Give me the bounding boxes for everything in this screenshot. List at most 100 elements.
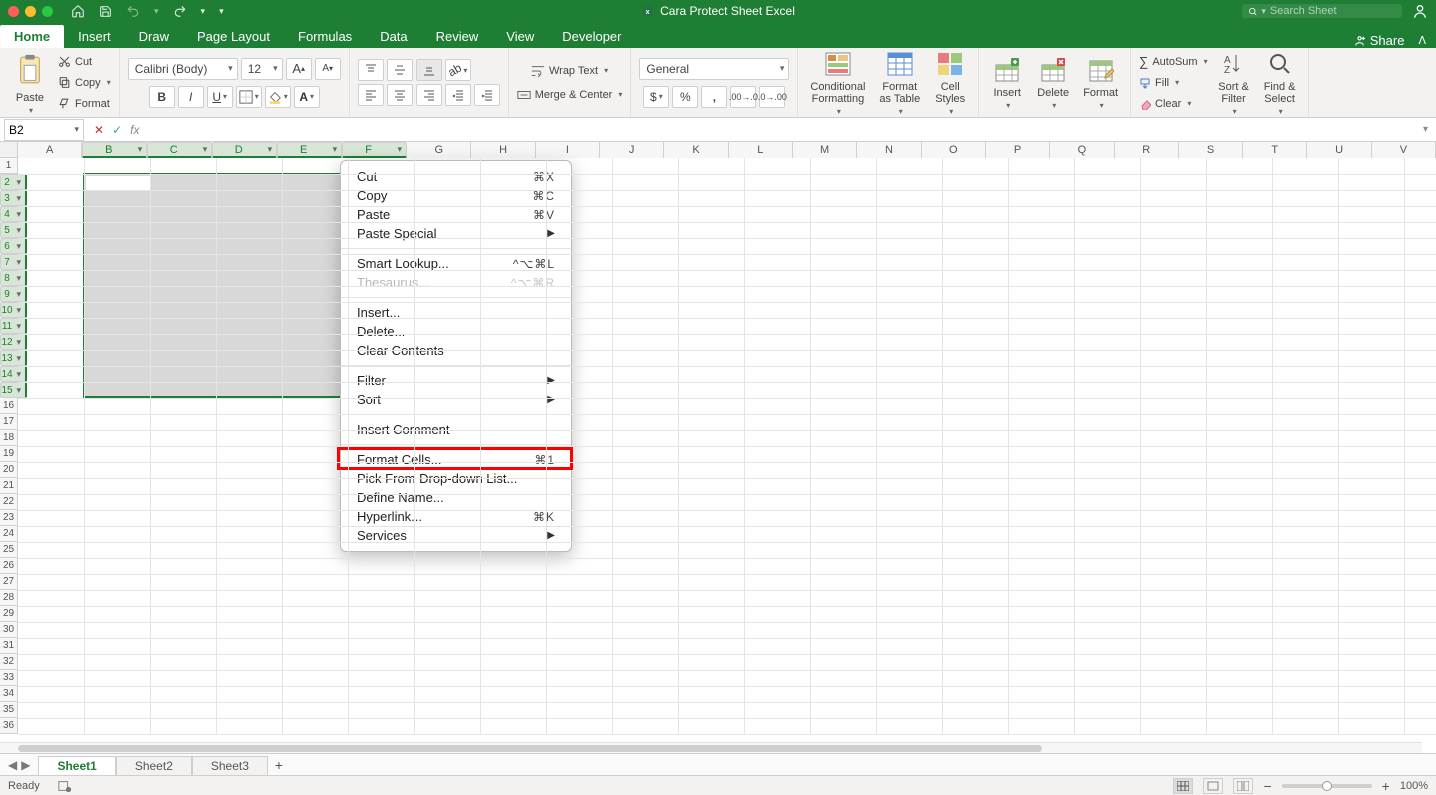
column-header[interactable]: U [1307,142,1371,158]
ribbon-tab-insert[interactable]: Insert [64,25,125,48]
ribbon-tab-home[interactable]: Home [0,25,64,48]
collapse-ribbon-icon[interactable]: ᐱ [1418,34,1426,47]
row-header[interactable]: 20 [0,462,18,478]
column-header[interactable]: F [342,142,407,158]
context-menu-item[interactable]: Sort▶ [341,390,571,409]
row-header[interactable]: 32 [0,654,18,670]
page-break-view-button[interactable] [1233,778,1253,794]
row-header[interactable]: 23 [0,510,18,526]
search-sheet-input[interactable] [1270,5,1396,17]
context-menu-item[interactable]: Format Cells...⌘1 [341,450,571,469]
column-header[interactable]: P [986,142,1050,158]
copy-button[interactable]: Copy▾ [58,74,111,92]
context-menu-item[interactable]: Filter▶ [341,371,571,390]
row-header[interactable]: 36 [0,718,18,734]
expand-formula-bar-icon[interactable]: ▾ [1423,124,1428,135]
italic-button[interactable]: I [178,86,204,108]
context-menu-item[interactable]: Define Name... [341,488,571,507]
column-header[interactable]: M [793,142,857,158]
cancel-formula-icon[interactable]: ✕ [94,123,104,137]
format-painter-button[interactable]: Format [58,95,111,113]
column-header[interactable]: G [407,142,471,158]
context-menu-item[interactable]: Insert... [341,303,571,322]
currency-button[interactable]: $▾ [643,86,669,108]
row-header[interactable]: 33 [0,670,18,686]
row-header[interactable]: 26 [0,558,18,574]
column-header[interactable]: J [600,142,664,158]
paste-button[interactable]: Paste ▾ [8,48,52,117]
column-header[interactable]: H [471,142,535,158]
share-button[interactable]: Share [1353,33,1405,48]
column-header[interactable]: I [536,142,600,158]
delete-cells-button[interactable]: Delete▾ [1033,53,1073,112]
ribbon-tab-formulas[interactable]: Formulas [284,25,366,48]
spreadsheet-grid[interactable]: ABCDEFGHIJKLMNOPQRSTUV 12345678910111213… [0,142,1436,753]
row-header[interactable]: 22 [0,494,18,510]
add-sheet-button[interactable]: + [268,757,290,773]
qat-customize-icon[interactable]: ▾ [219,6,224,17]
row-header[interactable]: 24 [0,526,18,542]
column-header[interactable]: O [922,142,986,158]
align-center-button[interactable] [387,84,413,106]
context-menu-item[interactable]: Delete... [341,322,571,341]
fullscreen-window-button[interactable] [42,6,53,17]
zoom-out-button[interactable]: − [1263,778,1271,794]
column-header[interactable]: C [147,142,212,158]
font-family-select[interactable]: Calibri (Body) [128,58,238,80]
decrease-font-button[interactable]: A▾ [315,58,341,80]
sheet-tab[interactable]: Sheet3 [192,756,268,775]
font-size-select[interactable]: 12 [241,58,283,80]
home-icon[interactable] [71,4,85,18]
format-cells-button[interactable]: Format▾ [1079,53,1122,112]
column-header[interactable]: B [82,142,147,158]
orientation-button[interactable]: ab▾ [445,59,471,81]
zoom-value[interactable]: 100% [1400,780,1428,792]
account-icon[interactable] [1412,3,1428,19]
decrease-indent-button[interactable] [445,84,471,106]
merge-center-button[interactable]: Merge & Center▾ [517,86,623,104]
save-icon[interactable] [99,5,112,18]
column-header[interactable]: D [212,142,277,158]
active-cell[interactable] [86,176,150,190]
row-header[interactable]: 27 [0,574,18,590]
format-as-table-button[interactable]: Format as Table▾ [875,47,924,118]
undo-icon[interactable] [126,4,140,18]
clear-button[interactable]: Clear▾ [1139,95,1208,113]
zoom-in-button[interactable]: + [1382,778,1390,794]
column-header[interactable]: V [1372,142,1436,158]
percent-button[interactable]: % [672,86,698,108]
ribbon-tab-page-layout[interactable]: Page Layout [183,25,284,48]
align-left-button[interactable] [358,84,384,106]
row-header[interactable]: 17 [0,414,18,430]
align-right-button[interactable] [416,84,442,106]
decrease-decimal-button[interactable]: .0→.00 [759,86,785,108]
column-header[interactable]: T [1243,142,1307,158]
row-header[interactable]: 31 [0,638,18,654]
sheet-tab[interactable]: Sheet2 [116,756,192,775]
row-header[interactable]: 16 [0,398,18,414]
number-format-select[interactable]: General [639,58,789,80]
border-button[interactable]: ▾ [236,86,262,108]
sheet-tab[interactable]: Sheet1 [38,756,115,775]
row-header[interactable]: 35 [0,702,18,718]
insert-cells-button[interactable]: Insert▾ [987,53,1027,112]
column-header[interactable]: A [18,142,82,158]
zoom-slider[interactable] [1282,784,1372,788]
name-box[interactable]: B2▾ [4,119,84,141]
comma-style-button[interactable]: , [701,86,727,108]
redo-dropdown-icon[interactable]: ▾ [201,6,206,17]
ribbon-tab-developer[interactable]: Developer [548,25,635,48]
column-header[interactable]: L [729,142,793,158]
column-header[interactable]: N [857,142,921,158]
cut-button[interactable]: Cut [58,53,111,71]
column-header[interactable]: E [277,142,342,158]
page-layout-view-button[interactable] [1203,778,1223,794]
row-header[interactable]: 19 [0,446,18,462]
column-header[interactable]: Q [1050,142,1114,158]
align-bottom-button[interactable] [416,59,442,81]
align-middle-button[interactable] [387,59,413,81]
ribbon-tab-review[interactable]: Review [422,25,493,48]
fill-button[interactable]: Fill▾ [1139,74,1208,92]
row-header[interactable]: 34 [0,686,18,702]
conditional-formatting-button[interactable]: Conditional Formatting▾ [806,47,869,118]
